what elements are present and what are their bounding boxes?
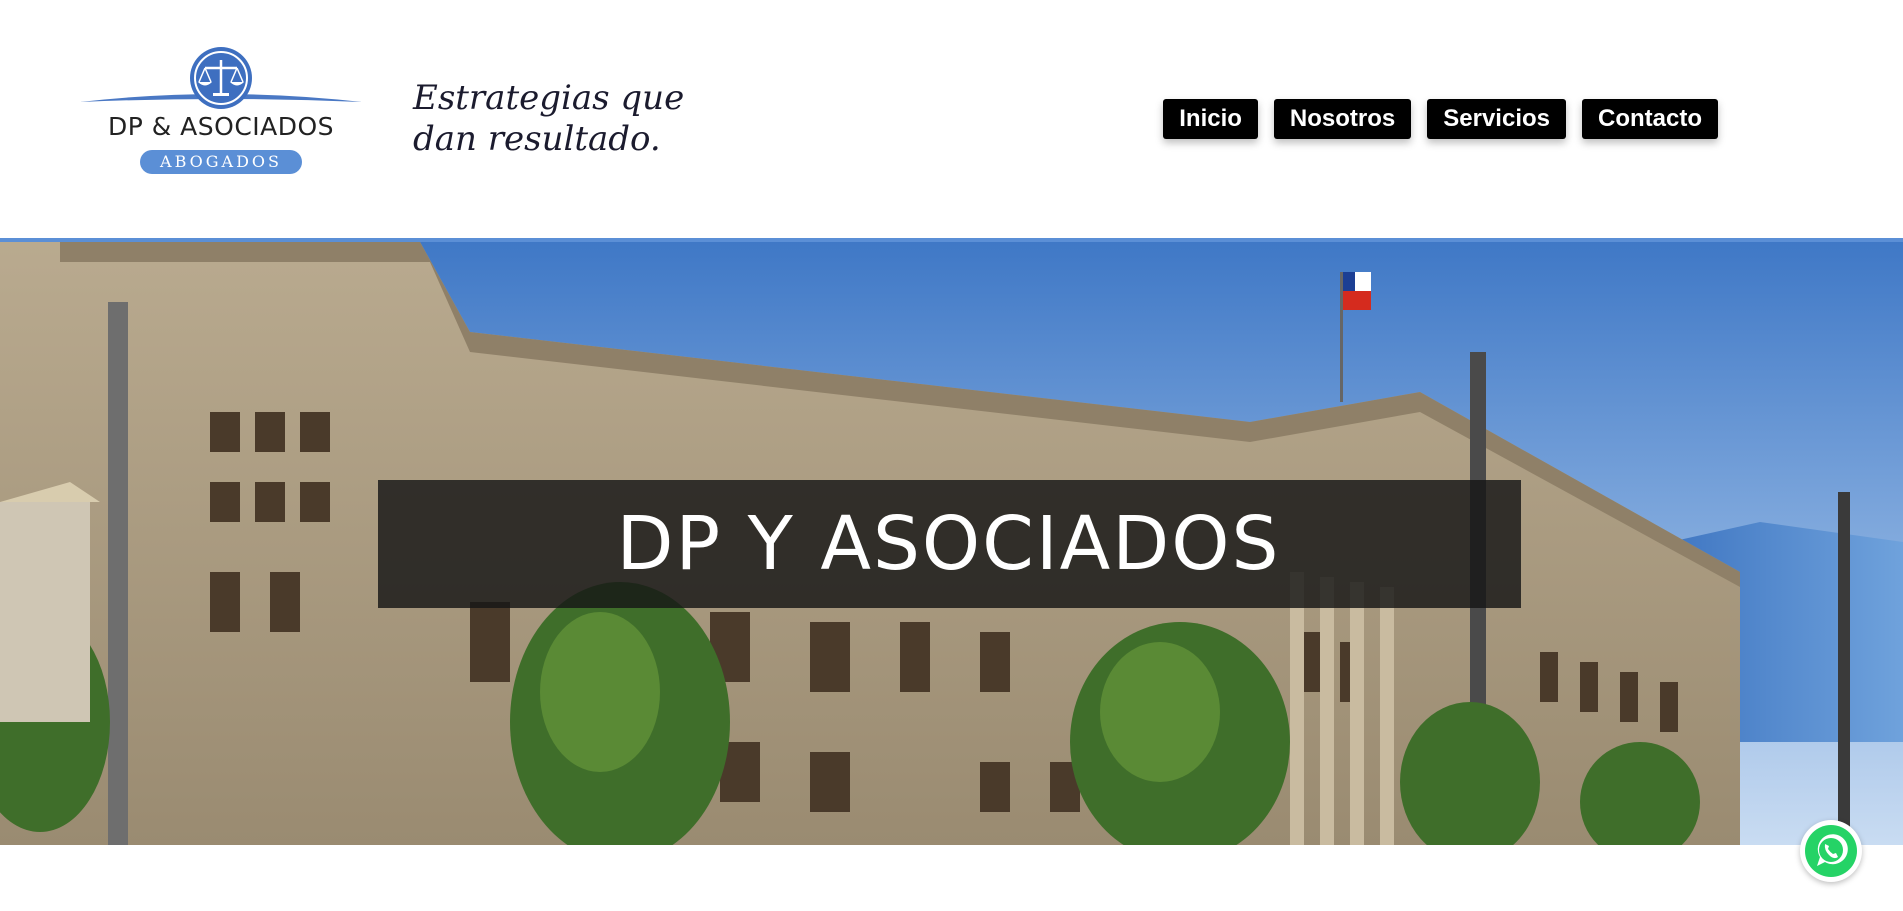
nav-servicios[interactable]: Servicios [1427, 99, 1566, 139]
site-logo[interactable]: DP & ASOCIADOS ABOGADOS [78, 46, 364, 178]
nav-nosotros[interactable]: Nosotros [1273, 99, 1412, 139]
hero-title: DP Y ASOCIADOS [616, 501, 1281, 587]
tagline: Estrategias que dan resultado. [413, 78, 685, 159]
whatsapp-button[interactable] [1800, 820, 1862, 882]
content-area [0, 845, 1903, 911]
logo-sub: ABOGADOS [160, 152, 282, 171]
hero-banner: DP Y ASOCIADOS [0, 242, 1903, 845]
hero-title-box: DP Y ASOCIADOS [378, 480, 1521, 608]
logo-name: DP & ASOCIADOS [107, 112, 335, 141]
page: DP & ASOCIADOS ABOGADOS Estrategias que … [0, 0, 1903, 911]
main-nav: Inicio Nosotros Servicios Contacto [1163, 99, 1718, 139]
nav-inicio[interactable]: Inicio [1163, 99, 1258, 139]
whatsapp-icon [1805, 825, 1857, 877]
nav-contacto[interactable]: Contacto [1582, 99, 1718, 139]
site-header: DP & ASOCIADOS ABOGADOS Estrategias que … [0, 0, 1903, 240]
